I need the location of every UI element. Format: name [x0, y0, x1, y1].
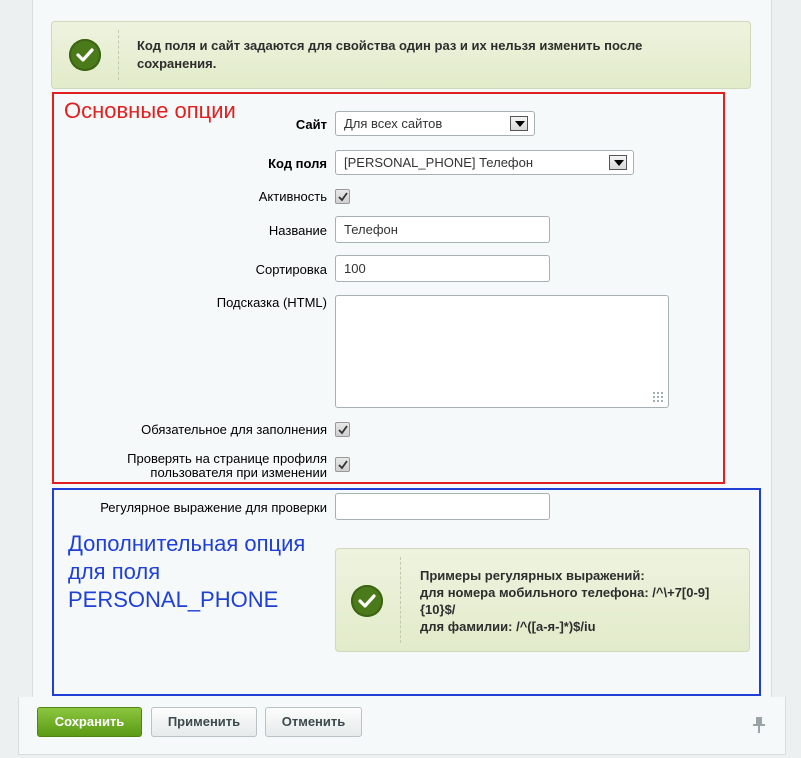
main-options-annotation: Основные опции — [64, 98, 236, 123]
info-message: Код поля и сайт задаются для свойства од… — [51, 21, 751, 89]
apply-button[interactable]: Применить — [151, 707, 257, 737]
info-text-line1: Код поля и сайт задаются для свойства од… — [137, 38, 643, 53]
info-text-line2: сохранения. — [137, 56, 217, 71]
save-button[interactable]: Сохранить — [37, 707, 142, 737]
extra-option-annotation-line1: Дополнительная опция — [68, 531, 306, 556]
cancel-button[interactable]: Отменить — [265, 707, 362, 737]
check-circle-icon — [69, 39, 101, 71]
info-separator — [118, 30, 119, 80]
extra-option-annotation: Дополнительная опция для поля PERSONAL_P… — [68, 530, 338, 614]
pin-icon[interactable] — [752, 716, 766, 737]
extra-option-annotation-line3: PERSONAL_PHONE — [68, 587, 279, 612]
info-text: Код поля и сайт задаются для свойства од… — [137, 37, 737, 73]
main-options-frame — [52, 92, 725, 484]
extra-option-annotation-line2: для поля — [68, 559, 161, 584]
